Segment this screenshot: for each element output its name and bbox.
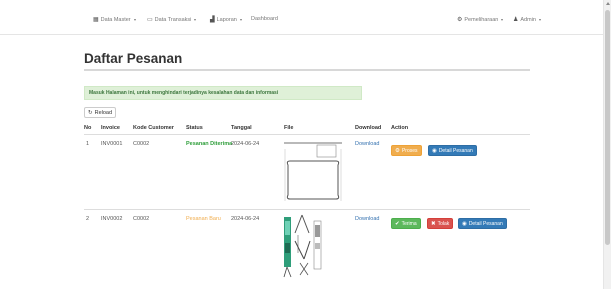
gear-icon: ⚙ bbox=[395, 147, 400, 154]
col-header-file: File bbox=[284, 125, 294, 131]
row2-tanggal: 2024-06-24 bbox=[231, 216, 260, 222]
col-header-kode-customer: Kode Customer bbox=[133, 125, 174, 131]
window-icon: ▭ bbox=[147, 17, 153, 23]
col-header-status: Status bbox=[186, 125, 203, 131]
nav-dashboard-label: Dashboard bbox=[251, 16, 278, 22]
detail-label: Detail Pesanan bbox=[468, 220, 503, 227]
terima-label: Terima bbox=[401, 220, 417, 227]
nav-data-transaksi-label: Data Transaksi bbox=[154, 16, 192, 23]
title-divider bbox=[84, 69, 530, 71]
nav-data-master[interactable]: ▦ Data Master bbox=[93, 16, 136, 23]
check-circle-icon: ✔ bbox=[395, 220, 400, 227]
eye-icon: ◉ bbox=[432, 147, 437, 154]
detail-label: Detail Pesanan bbox=[438, 147, 473, 154]
nav-data-master-label: Data Master bbox=[100, 16, 131, 23]
nav-laporan[interactable]: ▟ Laporan bbox=[210, 16, 242, 23]
reload-button[interactable]: ↻ Reload bbox=[84, 107, 117, 118]
nav-pemeliharaan[interactable]: ⚙ Pemeliharaan bbox=[457, 16, 504, 23]
row1-status: Pesanan Diterima bbox=[186, 141, 233, 147]
row2-no: 2 bbox=[86, 216, 90, 222]
scroll-thumb[interactable] bbox=[605, 10, 610, 245]
nav-dashboard[interactable]: Dashboard bbox=[251, 16, 278, 22]
scroll-up-arrow-icon[interactable] bbox=[606, 2, 610, 5]
row2-invoice: INV0002 bbox=[101, 216, 123, 222]
x-circle-icon: ✖ bbox=[431, 220, 436, 227]
nav-admin[interactable]: ♟ Admin bbox=[513, 16, 541, 23]
row2-customer: C0002 bbox=[133, 216, 150, 222]
tolak-label: Tolak bbox=[437, 220, 450, 227]
caret-down-icon bbox=[133, 18, 136, 21]
top-navbar: ▦ Data Master ▭ Data Transaksi ▟ Laporan… bbox=[0, 0, 603, 35]
user-icon: ♟ bbox=[513, 17, 519, 23]
row2-status: Pesanan Baru bbox=[186, 216, 221, 222]
row2-terima-button[interactable]: ✔ Terima bbox=[391, 218, 421, 229]
row2-tolak-button[interactable]: ✖ Tolak bbox=[427, 218, 454, 229]
row2-file-thumbnail[interactable] bbox=[282, 213, 324, 283]
info-alert: Masuk Halaman ini, untuk menghindari ter… bbox=[84, 86, 362, 100]
page-title: Daftar Pesanan bbox=[84, 51, 183, 66]
eye-icon: ◉ bbox=[462, 220, 467, 227]
page-scrollbar[interactable] bbox=[603, 0, 611, 289]
reload-label: Reload bbox=[94, 109, 113, 116]
row1-invoice: INV0001 bbox=[101, 141, 123, 147]
row1-file-thumbnail[interactable] bbox=[284, 139, 342, 203]
row1-proses-button[interactable]: ⚙ Proses bbox=[391, 145, 422, 156]
caret-down-icon bbox=[501, 18, 504, 21]
gear-icon: ⚙ bbox=[457, 17, 463, 23]
row1-customer: C0002 bbox=[133, 141, 150, 147]
nav-laporan-label: Laporan bbox=[216, 16, 237, 23]
nav-admin-label: Admin bbox=[520, 16, 536, 23]
col-header-invoice: Invoice bbox=[101, 125, 120, 131]
caret-down-icon bbox=[239, 18, 242, 21]
refresh-icon: ↻ bbox=[88, 109, 93, 116]
row2-detail-button[interactable]: ◉ Detail Pesanan bbox=[458, 218, 507, 229]
proses-label: Proses bbox=[401, 147, 418, 154]
caret-down-icon bbox=[538, 18, 541, 21]
caret-down-icon bbox=[194, 18, 197, 21]
row-divider bbox=[84, 209, 530, 210]
col-header-no: No bbox=[84, 125, 92, 131]
col-header-download: Download bbox=[355, 125, 382, 131]
row1-detail-button[interactable]: ◉ Detail Pesanan bbox=[428, 145, 477, 156]
row1-no: 1 bbox=[86, 141, 90, 147]
col-header-action: Action bbox=[391, 125, 409, 131]
nav-pemeliharaan-label: Pemeliharaan bbox=[464, 16, 499, 23]
row1-download-link[interactable]: Download bbox=[355, 141, 379, 147]
nav-data-transaksi[interactable]: ▭ Data Transaksi bbox=[147, 16, 197, 23]
row1-tanggal: 2024-06-24 bbox=[231, 141, 260, 147]
bar-chart-icon: ▟ bbox=[210, 17, 215, 23]
table-header-divider bbox=[84, 134, 530, 135]
col-header-tanggal: Tanggal bbox=[231, 125, 252, 131]
row2-download-link[interactable]: Download bbox=[355, 216, 379, 222]
grid-icon: ▦ bbox=[93, 17, 99, 23]
